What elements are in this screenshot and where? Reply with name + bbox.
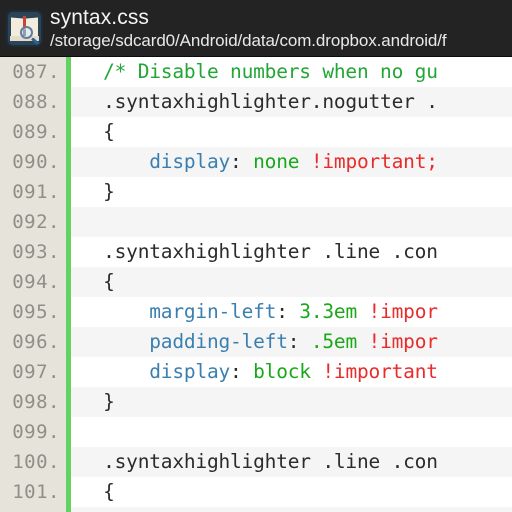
line-number: 100. [0,447,66,477]
line-number: 102. [0,507,66,512]
file-name-title: syntax.css [50,5,150,29]
code-line-row[interactable]: 102. display: block !important [0,507,512,512]
app-header: syntax.css /storage/sdcard0/Android/data… [0,0,512,57]
code-line-row[interactable]: 095. margin-left: 3.3em !impor [0,297,512,327]
code-line-text[interactable]: .syntaxhighlighter .line .con [71,237,512,267]
code-token-value: none [253,150,311,173]
line-number: 095. [0,297,66,327]
code-line-text[interactable]: padding-left: .5em !impor [71,327,512,357]
code-token-property: padding-left [149,330,288,353]
code-line-row[interactable]: 099. [0,417,512,447]
line-number: 091. [0,177,66,207]
code-line-text[interactable]: display: block !important [71,507,512,512]
code-token-important: !important [322,360,438,383]
code-token-punctuation: : [230,360,254,383]
code-token-selector: .syntaxhighlighter.nogutter . [80,90,438,113]
code-token-punctuation: } [80,180,115,203]
code-line-row[interactable]: 100. .syntaxhighlighter .line .con [0,447,512,477]
code-token-important: !impor [368,300,438,323]
code-line-text[interactable]: } [71,387,512,417]
code-token-selector: .syntaxhighlighter .line .con [80,240,438,263]
line-number: 090. [0,147,66,177]
code-line-text[interactable]: /* Disable numbers when no gu [71,57,512,87]
code-editor[interactable]: 087. /* Disable numbers when no gu 088. .… [0,57,512,512]
code-token-value: 3.3em [299,300,369,323]
code-line-text[interactable]: .syntaxhighlighter.nogutter . [71,87,512,117]
line-number: 098. [0,387,66,417]
code-line-row[interactable]: 089. { [0,117,512,147]
line-number: 096. [0,327,66,357]
code-line-text[interactable]: { [71,267,512,297]
code-line-text[interactable] [71,207,512,237]
code-line-row[interactable]: 097. display: block !important [0,357,512,387]
code-line-row[interactable]: 098. } [0,387,512,417]
line-number: 093. [0,237,66,267]
line-number: 097. [0,357,66,387]
line-number: 099. [0,417,66,447]
code-line-text[interactable]: { [71,477,512,507]
code-token-selector: .syntaxhighlighter .line .con [80,450,438,473]
line-number: 092. [0,207,66,237]
book-magnifier-icon [6,9,43,47]
code-token-punctuation: { [80,480,115,503]
code-line-list[interactable]: 087. /* Disable numbers when no gu 088. .… [0,57,512,512]
code-line-row[interactable]: 090. display: none !important; [0,147,512,177]
line-number: 094. [0,267,66,297]
code-token-important: !important; [310,150,438,173]
code-token-punctuation: { [80,120,115,143]
header-title-block: syntax.css /storage/sdcard0/Android/data… [50,6,512,51]
code-line-text[interactable]: display: none !important; [71,147,512,177]
code-token-punctuation: : [276,300,300,323]
code-line-row[interactable]: 093. .syntaxhighlighter .line .con [0,237,512,267]
code-line-text[interactable]: margin-left: 3.3em !impor [71,297,512,327]
code-line-row[interactable]: 101. { [0,477,512,507]
code-token-property: margin-left [149,300,277,323]
code-line-row[interactable]: 096. padding-left: .5em !impor [0,327,512,357]
code-token-punctuation: : [230,150,254,173]
code-line-row[interactable]: 087. /* Disable numbers when no gu [0,57,512,87]
code-line-text[interactable]: .syntaxhighlighter .line .con [71,447,512,477]
line-number: 088. [0,87,66,117]
line-number: 087. [0,57,66,87]
code-line-text[interactable] [71,417,512,447]
code-line-row[interactable]: 088. .syntaxhighlighter.nogutter . [0,87,512,117]
code-line-text[interactable]: display: block !important [71,357,512,387]
code-token-punctuation: { [80,270,115,293]
file-path-subtitle: /storage/sdcard0/Android/data/com.dropbo… [50,30,447,50]
code-token-important: !impor [368,330,438,353]
code-token-property: display [149,150,231,173]
code-token-comment: /* Disable numbers when no gu [103,60,438,83]
code-token-punctuation: : [287,330,311,353]
code-line-row[interactable]: 092. [0,207,512,237]
magnifier-lens-icon [20,25,33,39]
code-token-punctuation: } [80,390,115,413]
code-token-value: block [253,360,323,383]
code-token-value: .5em [310,330,369,353]
code-line-text[interactable]: { [71,117,512,147]
code-line-row[interactable]: 091. } [0,177,512,207]
code-line-row[interactable]: 094. { [0,267,512,297]
line-number: 089. [0,117,66,147]
code-token-property: display [149,360,231,383]
line-number: 101. [0,477,66,507]
code-line-text[interactable]: } [71,177,512,207]
